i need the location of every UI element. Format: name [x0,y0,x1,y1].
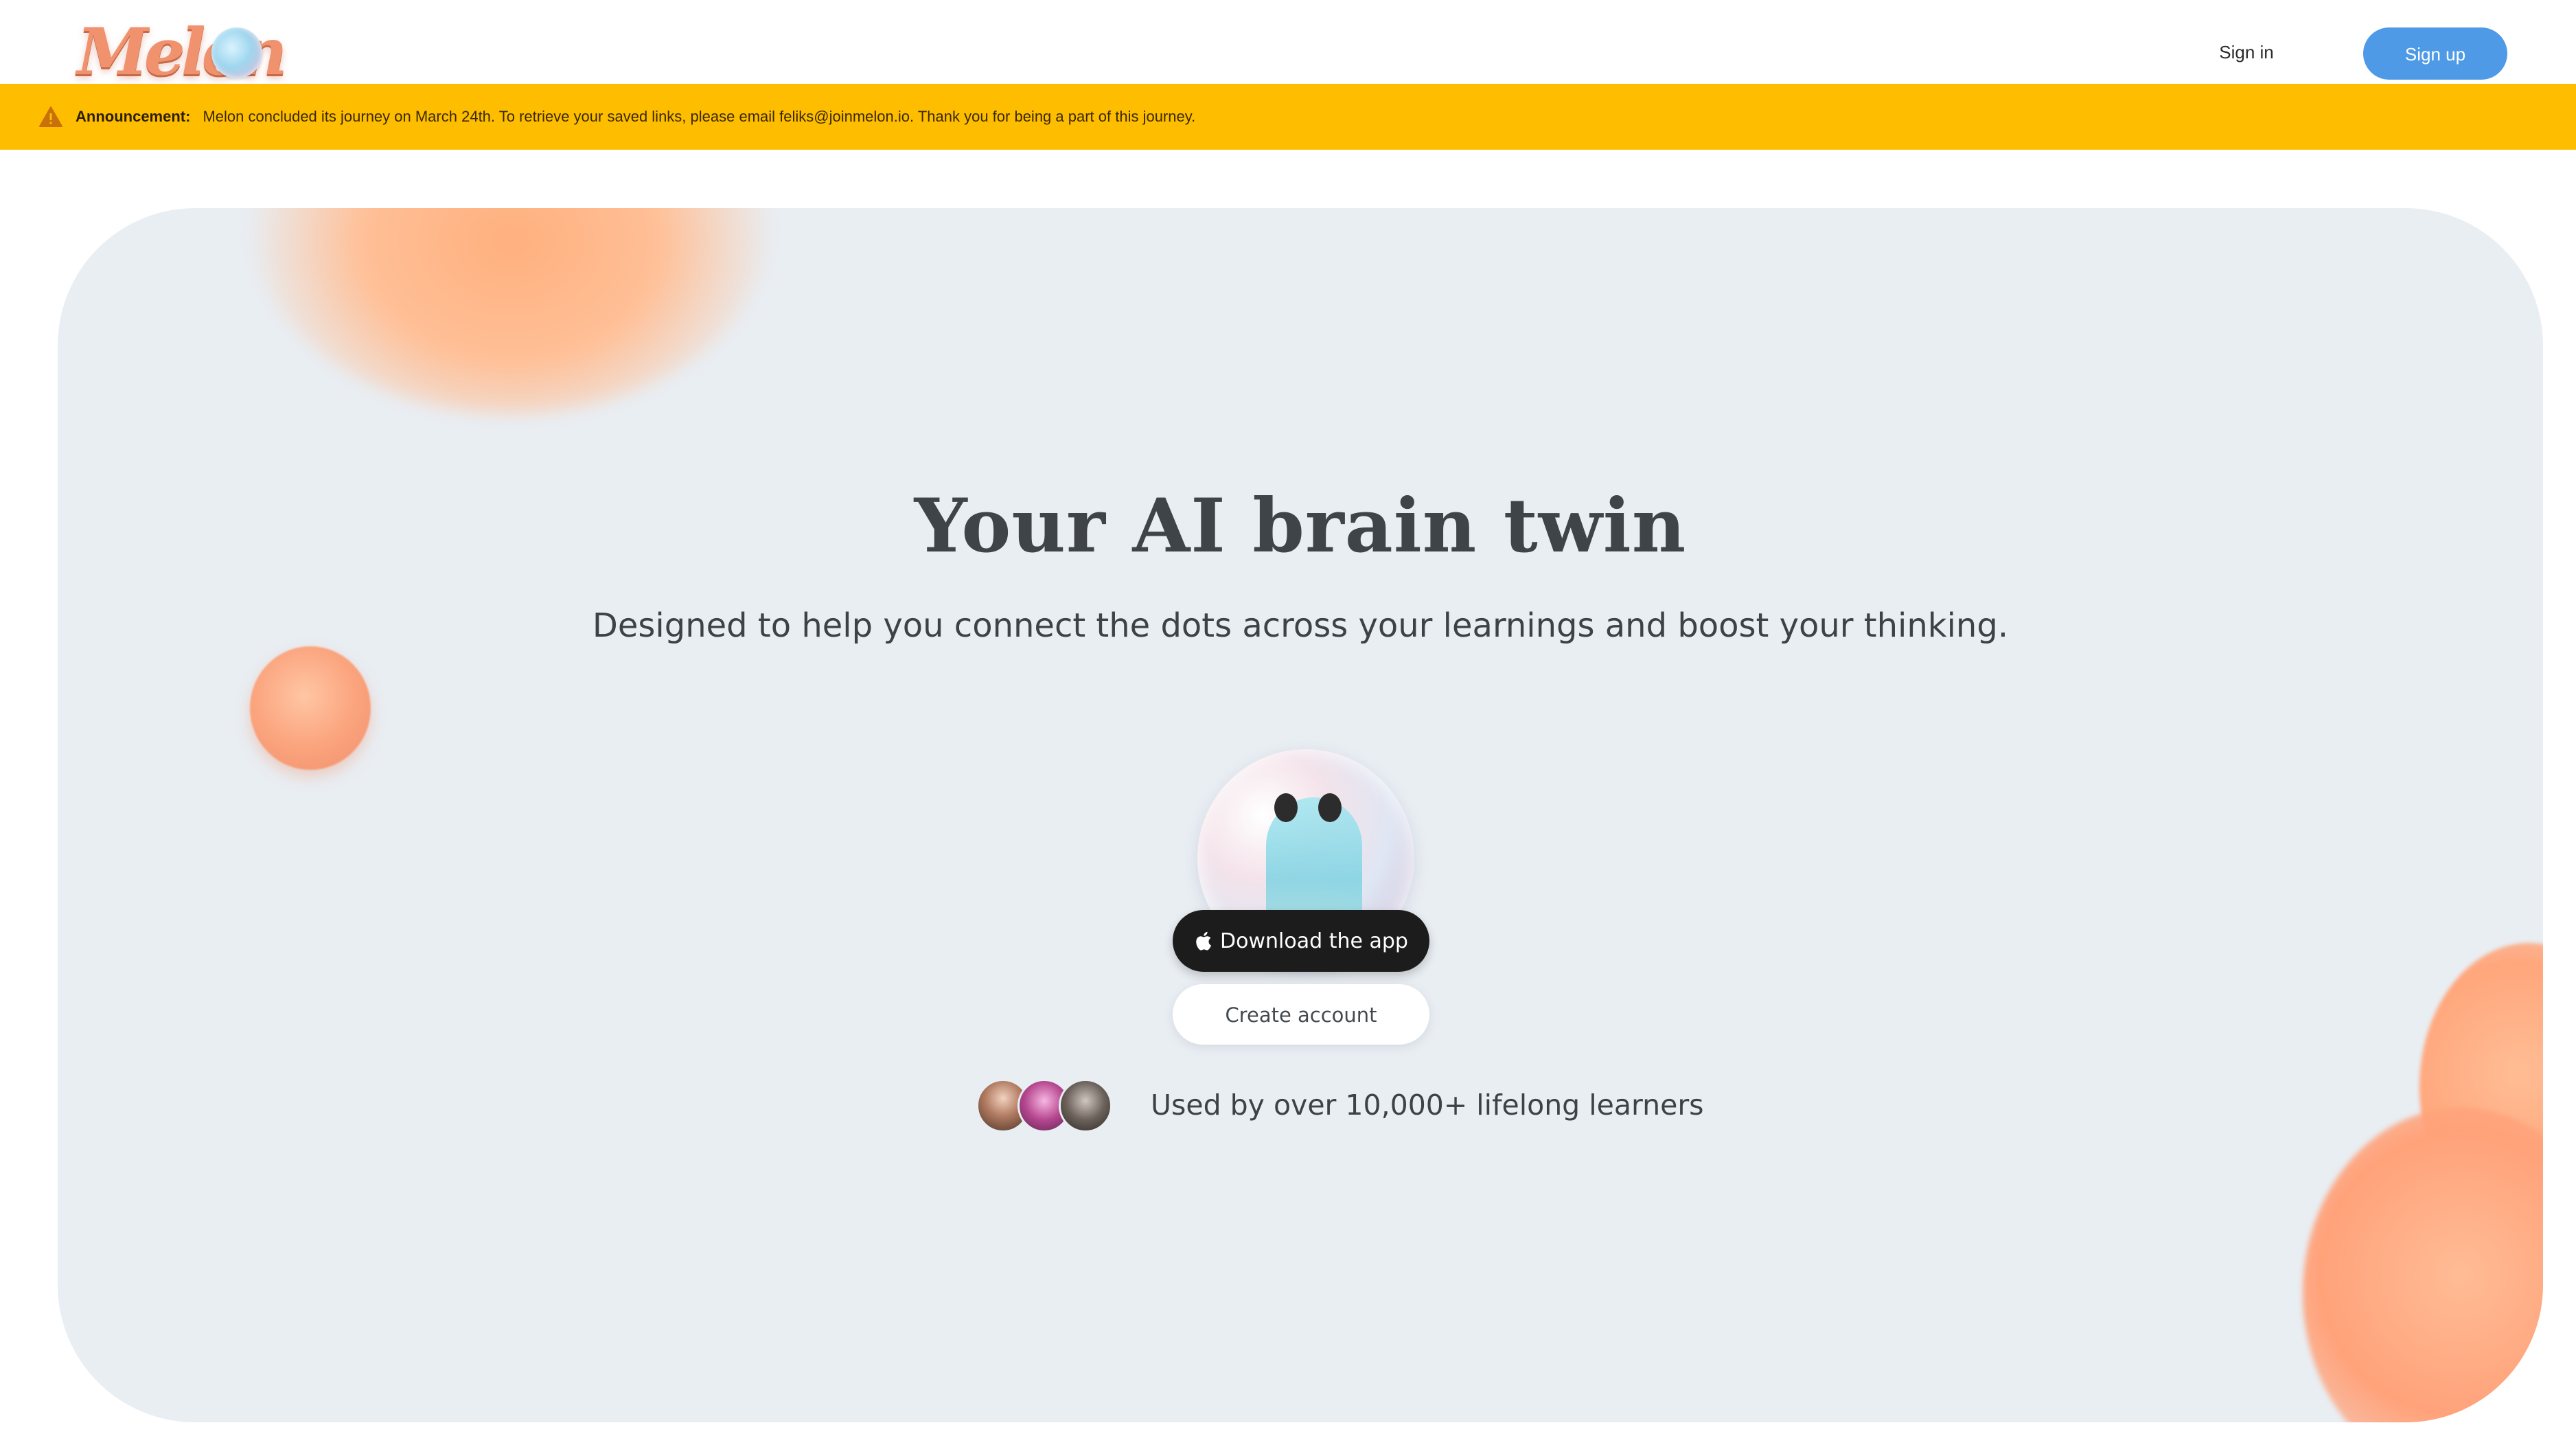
download-app-label: Download the app [1220,929,1408,953]
decorative-blob-top [250,208,772,414]
top-navbar: Melon Sign in Sign up [0,0,2576,84]
melon-logo[interactable]: Melon [77,20,303,84]
create-account-button[interactable]: Create account [1173,984,1429,1045]
decorative-blob-right-lower [2303,1108,2543,1422]
decorative-blob-left [250,646,371,770]
sign-up-button[interactable]: Sign up [2363,27,2507,80]
apple-icon [1194,931,1212,951]
announcement-label: Announcement: [76,108,191,125]
hero-title: Your AI brain twin [914,483,1687,569]
avatar [1059,1079,1112,1133]
mascot-eye-left [1274,793,1298,822]
hero-subtitle: Designed to help you connect the dots ac… [592,606,2009,645]
mascot-eye-right [1318,793,1342,822]
announcement-banner: Announcement: Melon concluded its journe… [0,84,2576,150]
download-app-button[interactable]: Download the app [1173,910,1429,972]
announcement-message: Melon concluded its journey on March 24t… [203,108,1196,125]
hero-section: Your AI brain twin Designed to help you … [58,208,2543,1422]
logo-bubble-icon [211,27,262,78]
user-avatars-group [976,1079,1120,1134]
sign-in-link[interactable]: Sign in [2205,38,2288,66]
warning-icon [38,106,63,128]
social-proof-text: Used by over 10,000+ lifelong learners [1151,1089,1704,1122]
